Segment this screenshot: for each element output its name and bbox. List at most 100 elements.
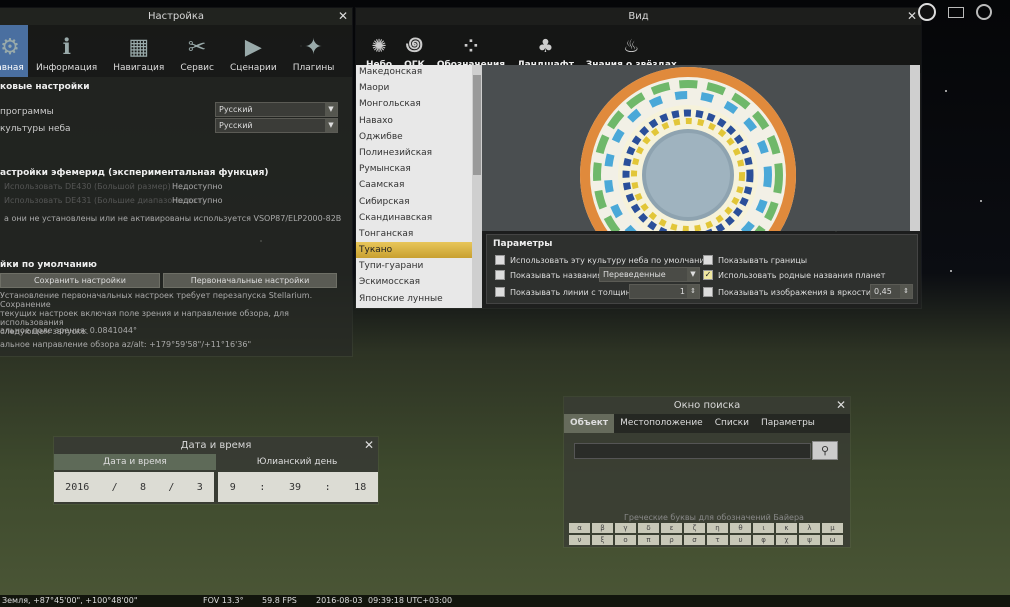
close-icon[interactable]: ✕ bbox=[907, 8, 917, 25]
greek-key[interactable]: ο bbox=[615, 535, 636, 545]
list-item[interactable]: Сибирская bbox=[356, 194, 472, 210]
names-style-select[interactable]: Переведенные ▼ bbox=[599, 267, 700, 282]
preview-scrollbar[interactable] bbox=[910, 65, 920, 231]
greek-key[interactable]: υ bbox=[730, 535, 751, 545]
close-icon[interactable]: ✕ bbox=[364, 437, 374, 454]
tab-object[interactable]: Объект bbox=[564, 414, 615, 433]
parameters-panel: Параметры Использовать эту культуру неба… bbox=[486, 234, 918, 304]
search-tabs: Объект Местоположение Списки Параметры bbox=[564, 414, 850, 433]
greek-key[interactable]: β bbox=[592, 523, 613, 533]
tab-tools[interactable]: ✂ Сервис bbox=[172, 25, 222, 77]
tab-julian-day[interactable]: Юлианский день bbox=[216, 454, 378, 470]
list-item[interactable]: Оджибве bbox=[356, 129, 472, 145]
target-icon[interactable] bbox=[976, 4, 992, 20]
search-title-bar[interactable]: Окно поиска ✕ bbox=[564, 397, 850, 414]
search-input[interactable] bbox=[574, 443, 811, 459]
list-item[interactable]: Скандинавская bbox=[356, 210, 472, 226]
checkbox[interactable] bbox=[495, 287, 505, 297]
checkbox[interactable] bbox=[495, 255, 505, 265]
settings-title-bar[interactable]: Настройка ✕ bbox=[0, 8, 352, 25]
line-thickness-spinbox[interactable]: 1 ⇕ bbox=[629, 284, 700, 299]
tab-date-time[interactable]: Дата и время bbox=[54, 454, 216, 470]
tab-parameters[interactable]: Параметры bbox=[755, 414, 821, 433]
checkmark-icon[interactable]: ✓ bbox=[703, 270, 713, 280]
greek-key[interactable]: δ bbox=[638, 523, 659, 533]
greek-key[interactable]: θ bbox=[730, 523, 751, 533]
list-item[interactable]: Японские лунные стоянки bbox=[356, 291, 472, 307]
save-settings-button[interactable]: Сохранить настройки bbox=[0, 273, 160, 288]
image-brightness-spinbox[interactable]: 0,45 ⇕ bbox=[870, 284, 913, 299]
greek-key[interactable]: π bbox=[638, 535, 659, 545]
native-planet-names-checkbox[interactable]: ✓ Использовать родные названия планет bbox=[703, 270, 885, 280]
fullscreen-icon[interactable] bbox=[948, 6, 964, 18]
greek-key[interactable]: κ bbox=[776, 523, 797, 533]
night-mode-icon[interactable] bbox=[918, 3, 936, 21]
program-language-select[interactable]: Русский ▼ bbox=[215, 102, 338, 117]
list-item[interactable]: Македонская bbox=[356, 65, 472, 80]
scrollbar-thumb[interactable] bbox=[473, 75, 481, 175]
default-culture-checkbox[interactable]: Использовать эту культуру неба по умолча… bbox=[495, 255, 711, 265]
close-icon[interactable]: ✕ bbox=[338, 8, 348, 25]
greek-key[interactable]: η bbox=[707, 523, 728, 533]
tab-scripts[interactable]: ▶ Сценарии bbox=[222, 25, 285, 77]
greek-key[interactable]: ε bbox=[661, 523, 682, 533]
checkbox[interactable] bbox=[703, 287, 713, 297]
list-item[interactable]: Навахо bbox=[356, 113, 472, 129]
list-item[interactable]: Саамская bbox=[356, 177, 472, 193]
navigation-icon: ▦ bbox=[128, 35, 150, 60]
tab-info[interactable]: ℹ Информация bbox=[28, 25, 105, 77]
greek-key[interactable]: ι bbox=[753, 523, 774, 533]
tab-navigation[interactable]: ▦ Навигация bbox=[105, 25, 172, 77]
ephemeris-de430-option[interactable]: Использовать DE430 (Большой размер) bbox=[4, 182, 171, 191]
show-images-checkbox[interactable]: Показывать изображения в яркости bbox=[703, 287, 871, 297]
tab-location[interactable]: Местоположение bbox=[614, 414, 709, 433]
greek-key[interactable]: μ bbox=[822, 523, 843, 533]
greek-key[interactable]: α bbox=[569, 523, 590, 533]
list-item[interactable]: Эскимосская bbox=[356, 274, 472, 290]
close-icon[interactable]: ✕ bbox=[836, 397, 846, 414]
culture-list-scrollbar[interactable] bbox=[472, 65, 482, 308]
language-section-title: ковые настройки bbox=[0, 82, 90, 92]
greek-key[interactable]: γ bbox=[615, 523, 636, 533]
sky-language-select[interactable]: Русский ▼ bbox=[215, 118, 338, 133]
time-separator: : bbox=[324, 481, 331, 493]
show-lines-checkbox[interactable]: Показывать линии с толщиной bbox=[495, 287, 641, 297]
greek-key[interactable]: ν bbox=[569, 535, 590, 545]
checkbox[interactable] bbox=[495, 270, 505, 280]
list-item[interactable]: Монгольская bbox=[356, 96, 472, 112]
greek-key[interactable]: λ bbox=[799, 523, 820, 533]
checkbox[interactable] bbox=[703, 255, 713, 265]
tab-lists[interactable]: Списки bbox=[709, 414, 755, 433]
date-title-bar[interactable]: Дата и время ✕ bbox=[54, 437, 378, 454]
tab-plugins[interactable]: ✦ Плагины bbox=[285, 25, 343, 77]
view-title-bar[interactable]: Вид ✕ bbox=[356, 8, 921, 25]
restore-defaults-button[interactable]: Первоначальные настройки bbox=[163, 273, 337, 288]
sky-culture-list[interactable]: Македонская Маори Монгольская Навахо Одж… bbox=[356, 65, 472, 308]
show-names-checkbox[interactable]: Показывать названия bbox=[495, 270, 602, 280]
greek-key[interactable]: φ bbox=[753, 535, 774, 545]
hour-field[interactable]: 9 bbox=[230, 482, 236, 493]
list-item-selected[interactable]: Тукано bbox=[356, 242, 472, 259]
show-boundaries-checkbox[interactable]: Показывать границы bbox=[703, 255, 807, 265]
year-field[interactable]: 2016 bbox=[65, 482, 89, 493]
greek-key[interactable]: ω bbox=[822, 535, 843, 545]
month-field[interactable]: 8 bbox=[140, 482, 146, 493]
list-item[interactable]: Тонганская bbox=[356, 226, 472, 242]
list-item[interactable]: Полинезийская bbox=[356, 145, 472, 161]
search-button[interactable]: ⚲ bbox=[812, 441, 838, 460]
tab-main[interactable]: ⚙ авная bbox=[0, 25, 28, 77]
greek-key[interactable]: σ bbox=[684, 535, 705, 545]
greek-key[interactable]: ζ bbox=[684, 523, 705, 533]
greek-key[interactable]: χ bbox=[776, 535, 797, 545]
greek-key[interactable]: τ bbox=[707, 535, 728, 545]
greek-key[interactable]: ρ bbox=[661, 535, 682, 545]
greek-key[interactable]: ξ bbox=[592, 535, 613, 545]
second-field[interactable]: 18 bbox=[354, 482, 366, 493]
list-item[interactable]: Румынская bbox=[356, 161, 472, 177]
date-separator: / bbox=[168, 481, 175, 493]
list-item[interactable]: Тупи-гуарани bbox=[356, 258, 472, 274]
day-field[interactable]: 3 bbox=[197, 482, 203, 493]
greek-key[interactable]: ψ bbox=[799, 535, 820, 545]
minute-field[interactable]: 39 bbox=[289, 482, 301, 493]
list-item[interactable]: Маори bbox=[356, 80, 472, 96]
